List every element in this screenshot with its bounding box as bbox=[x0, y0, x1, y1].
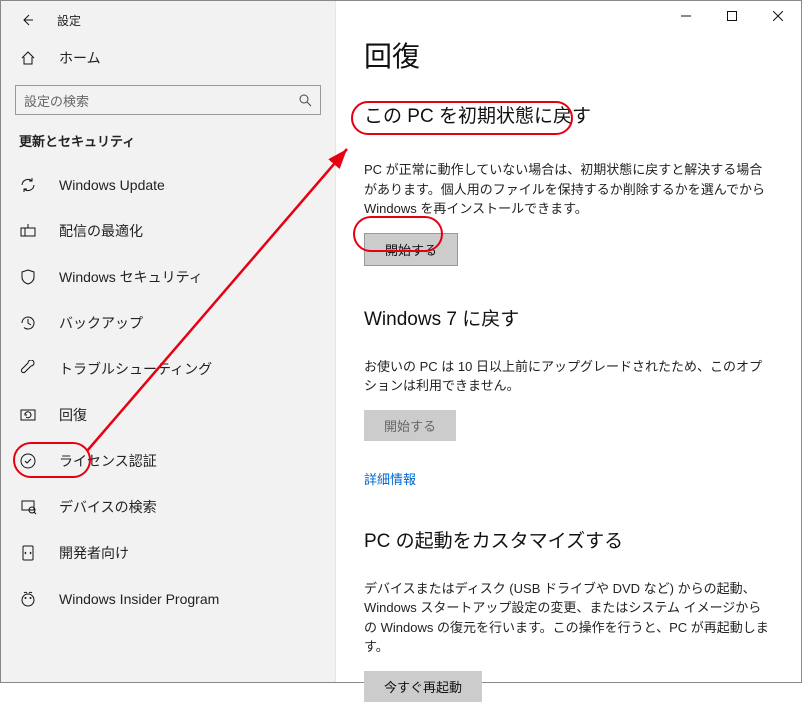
reset-start-button[interactable]: 開始する bbox=[364, 233, 458, 266]
restart-now-button[interactable]: 今すぐ再起動 bbox=[364, 671, 482, 702]
page-heading: 回復 bbox=[364, 35, 773, 75]
sidebar-item-label: 回復 bbox=[59, 405, 87, 425]
nav-home[interactable]: ホーム bbox=[1, 39, 335, 79]
sidebar-item-label: トラブルシューティング bbox=[59, 359, 212, 379]
window-title: 設定 bbox=[57, 12, 81, 29]
section-desc: PC が正常に動作していない場合は、初期状態に戻すと解決する場合があります。個人… bbox=[364, 160, 773, 219]
titlebar: 設定 bbox=[1, 1, 335, 39]
sidebar-item-security[interactable]: Windows セキュリティ bbox=[1, 254, 335, 300]
sidebar-item-windows-update[interactable]: Windows Update bbox=[1, 162, 335, 208]
recovery-icon bbox=[19, 406, 37, 424]
sync-icon bbox=[19, 176, 37, 194]
sidebar-item-label: バックアップ bbox=[59, 313, 143, 333]
sidebar-item-label: 配信の最適化 bbox=[59, 221, 143, 241]
check-icon bbox=[19, 452, 37, 470]
delivery-icon bbox=[19, 222, 37, 240]
sidebar-item-activation[interactable]: ライセンス認証 bbox=[1, 438, 335, 484]
close-button[interactable] bbox=[755, 1, 801, 31]
section-title: Windows 7 に戻す bbox=[364, 304, 519, 331]
goback-start-button: 開始する bbox=[364, 410, 456, 441]
minimize-icon bbox=[681, 11, 691, 21]
sidebar-item-delivery-opt[interactable]: 配信の最適化 bbox=[1, 208, 335, 254]
sidebar: 設定 ホーム 設定の検索 更新とセキュリティ Windows Update 配信… bbox=[1, 1, 336, 682]
section-reset-pc: この PC を初期状態に戻す PC が正常に動作していない場合は、初期状態に戻す… bbox=[364, 101, 773, 266]
search-icon bbox=[298, 93, 312, 107]
sidebar-item-recovery[interactable]: 回復 bbox=[1, 392, 335, 438]
more-info-link[interactable]: 詳細情報 bbox=[364, 469, 773, 488]
developer-icon bbox=[19, 544, 37, 562]
window-controls bbox=[663, 1, 801, 31]
sidebar-item-label: Windows Insider Program bbox=[59, 591, 219, 607]
location-icon bbox=[19, 498, 37, 516]
section-header: 更新とセキュリティ bbox=[1, 131, 335, 162]
sidebar-item-label: Windows セキュリティ bbox=[59, 267, 203, 287]
sidebar-item-developers[interactable]: 開発者向け bbox=[1, 530, 335, 576]
main-pane: 回復 この PC を初期状態に戻す PC が正常に動作していない場合は、初期状態… bbox=[336, 1, 801, 682]
section-advanced-startup: PC の起動をカスタマイズする デバイスまたはディスク (USB ドライブや D… bbox=[364, 526, 773, 702]
section-desc: お使いの PC は 10 日以上前にアップグレードされたため、このオプションは利… bbox=[364, 357, 773, 396]
arrow-left-icon bbox=[20, 13, 34, 27]
section-desc: デバイスまたはディスク (USB ドライブや DVD など) からの起動、Win… bbox=[364, 579, 773, 657]
section-title: この PC を初期状態に戻す bbox=[364, 101, 591, 128]
sidebar-item-find-device[interactable]: デバイスの検索 bbox=[1, 484, 335, 530]
maximize-icon bbox=[727, 11, 737, 21]
sidebar-item-backup[interactable]: バックアップ bbox=[1, 300, 335, 346]
section-goback: Windows 7 に戻す お使いの PC は 10 日以上前にアップグレードさ… bbox=[364, 304, 773, 488]
sidebar-item-label: 開発者向け bbox=[59, 543, 129, 563]
insider-icon bbox=[19, 590, 37, 608]
search-placeholder: 設定の検索 bbox=[24, 91, 89, 110]
sidebar-item-label: Windows Update bbox=[59, 177, 165, 193]
sidebar-item-troubleshoot[interactable]: トラブルシューティング bbox=[1, 346, 335, 392]
maximize-button[interactable] bbox=[709, 1, 755, 31]
sidebar-item-label: デバイスの検索 bbox=[59, 497, 157, 517]
nav-home-label: ホーム bbox=[59, 48, 101, 68]
sidebar-item-label: ライセンス認証 bbox=[59, 451, 157, 471]
wrench-icon bbox=[19, 360, 37, 378]
shield-icon bbox=[19, 268, 37, 286]
section-title: PC の起動をカスタマイズする bbox=[364, 526, 623, 553]
home-icon bbox=[19, 49, 37, 67]
search-input[interactable]: 設定の検索 bbox=[15, 85, 321, 115]
back-button[interactable] bbox=[19, 12, 35, 28]
close-icon bbox=[773, 11, 783, 21]
backup-icon bbox=[19, 314, 37, 332]
sidebar-item-insider[interactable]: Windows Insider Program bbox=[1, 576, 335, 622]
minimize-button[interactable] bbox=[663, 1, 709, 31]
